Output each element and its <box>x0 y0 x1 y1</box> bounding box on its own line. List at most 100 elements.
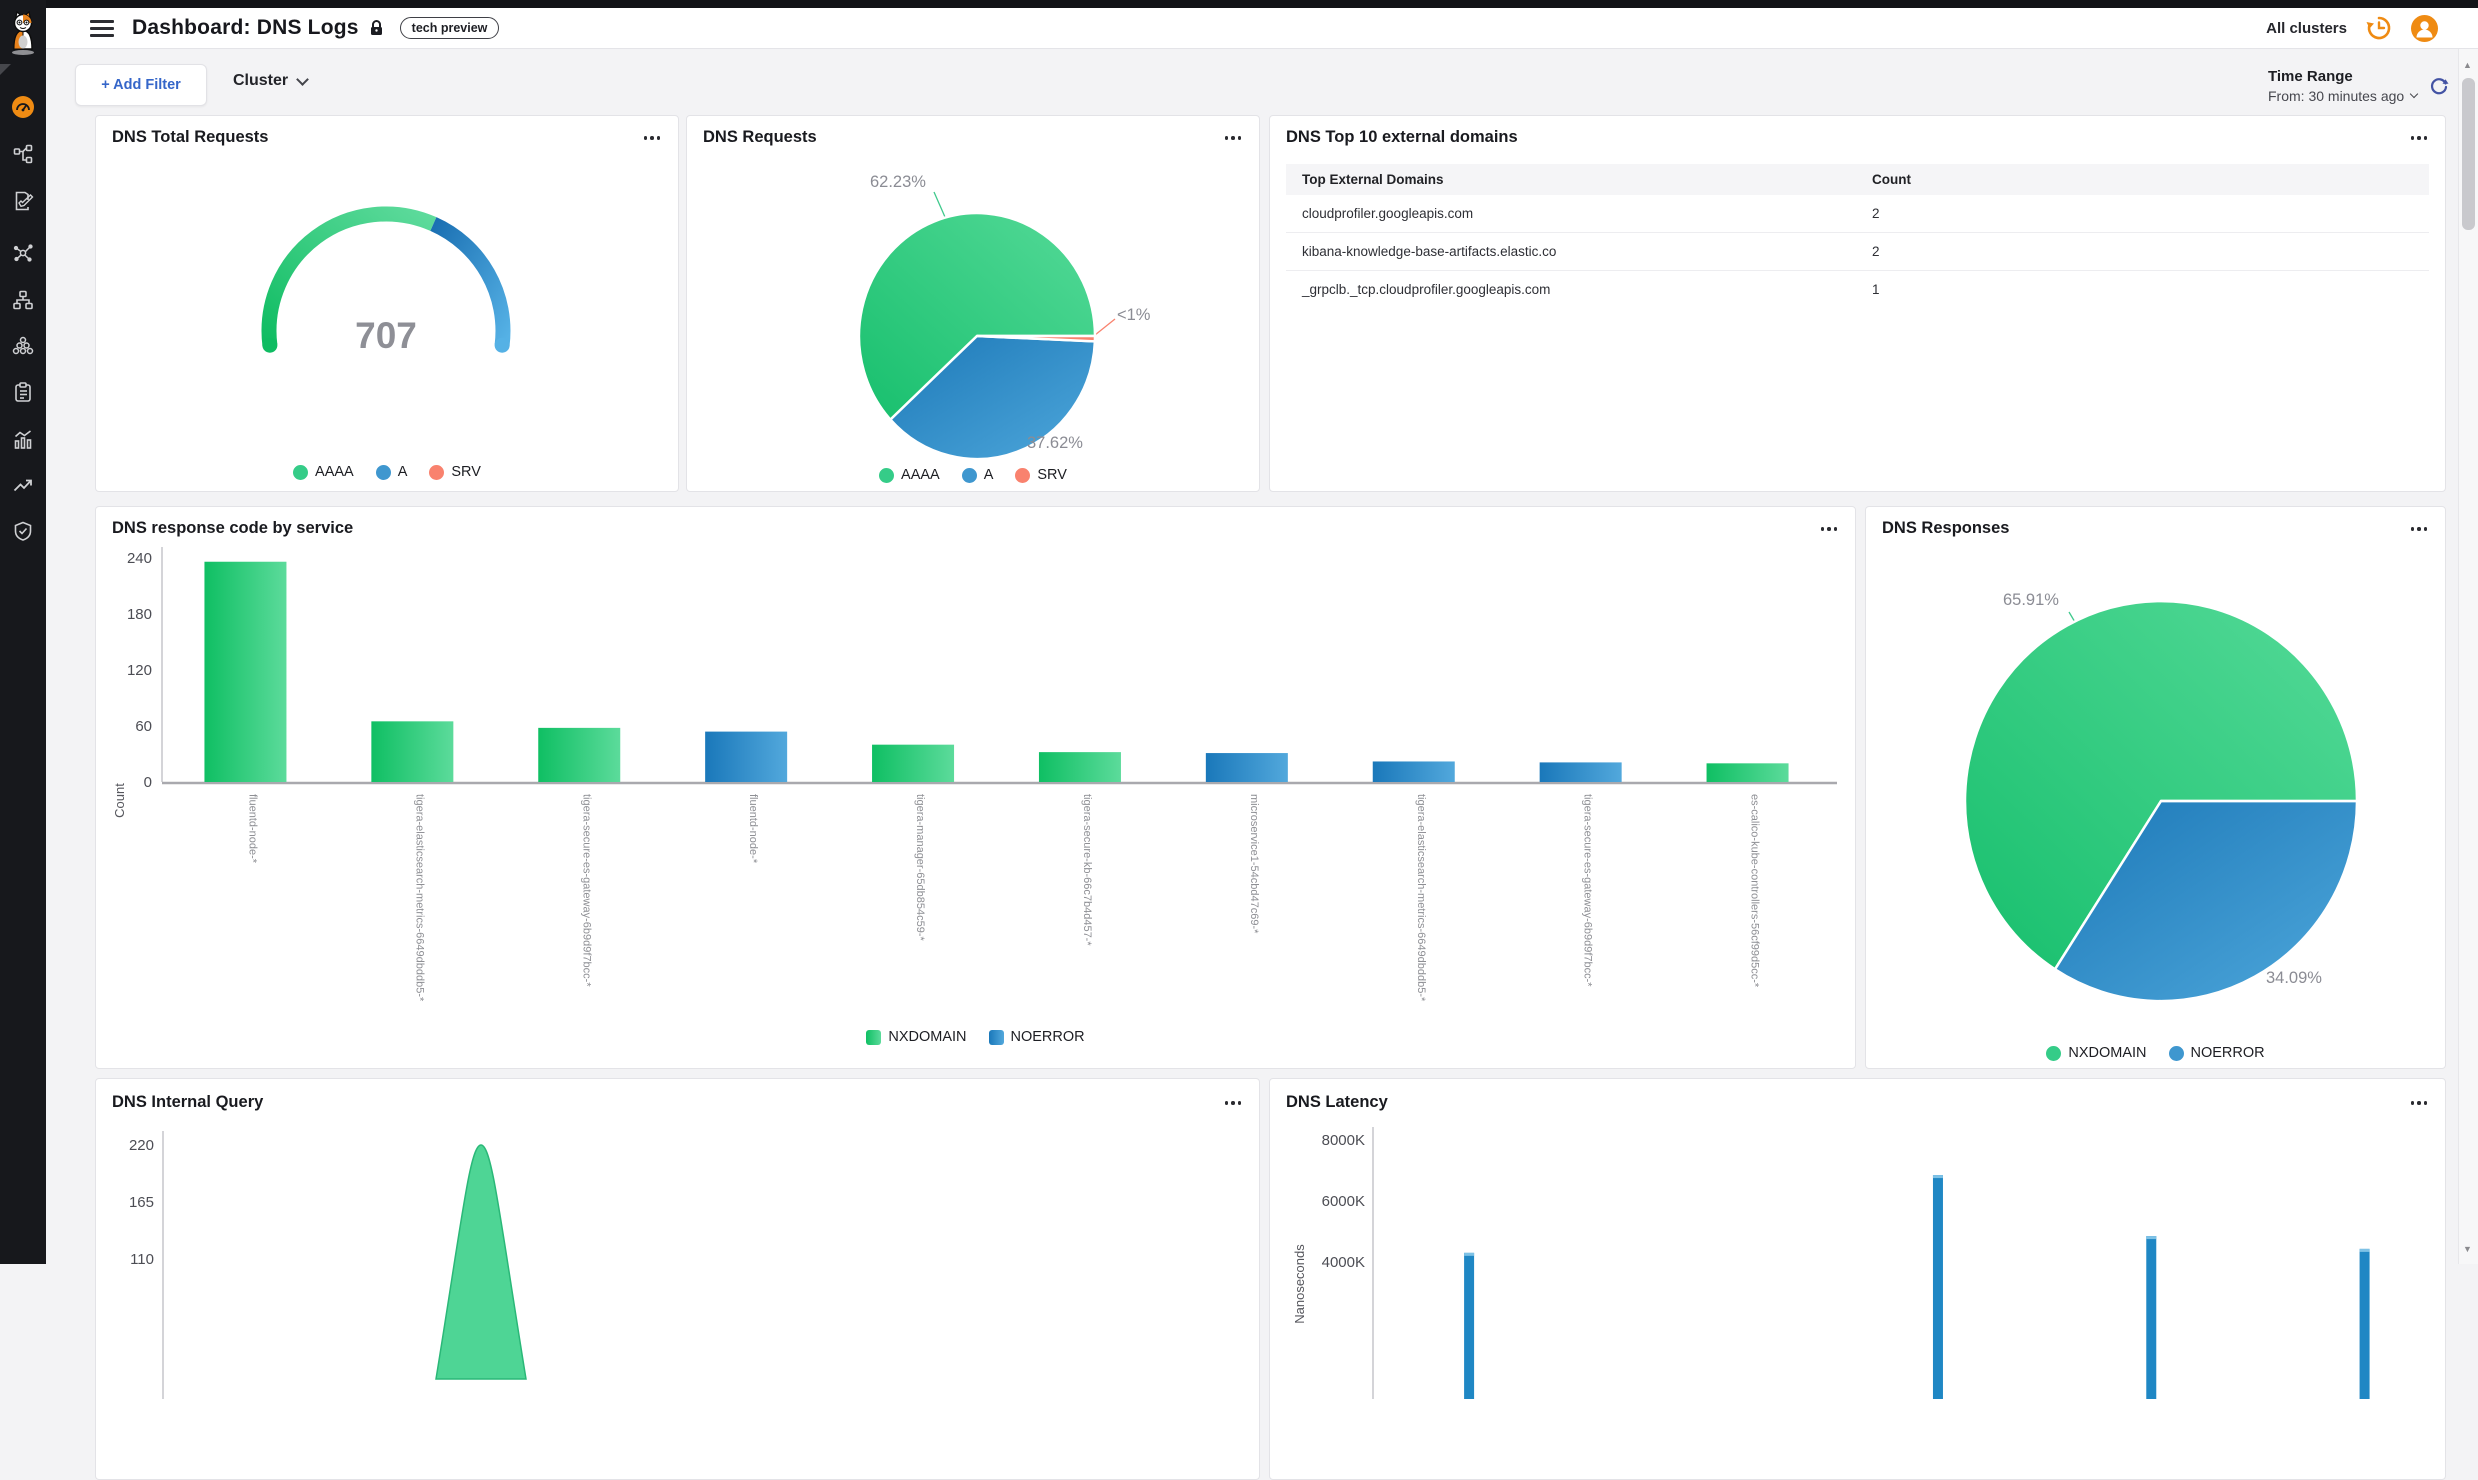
slice-label: 62.23% <box>870 173 926 192</box>
gauge-value: 707 <box>355 315 417 356</box>
bar-chart: 8000K6000K4000K <box>1270 1079 2445 1479</box>
bar-chart: 060120180240fluentd-node-*tigera-elastic… <box>96 507 1855 1068</box>
legend: AAAA A SRV <box>96 464 678 480</box>
panel-dns-internal-query: DNS Internal Query 220165110 <box>95 1078 1260 1480</box>
area-spike <box>436 1145 526 1379</box>
top-strip <box>0 0 2478 8</box>
calico-logo[interactable] <box>3 10 43 56</box>
column-header: Top External Domains <box>1286 172 1872 187</box>
policy-edit-icon <box>12 190 34 212</box>
panel-title: DNS Top 10 external domains <box>1286 128 1518 147</box>
count-cell: 2 <box>1872 244 2072 259</box>
cluster-scope-label[interactable]: All clusters <box>2266 20 2347 37</box>
svg-text:microservice1-54cbd47c69-*: microservice1-54cbd47c69-* <box>1248 794 1260 934</box>
refresh-icon[interactable] <box>2428 76 2450 98</box>
panel-dns-latency: DNS Latency Nanoseconds 8000K6000K4000K <box>1269 1078 2446 1480</box>
legend-swatch <box>2046 1046 2061 1061</box>
domain-cell: cloudprofiler.googleapis.com <box>1286 206 1872 221</box>
service-graph-icon <box>12 143 34 165</box>
legend-swatch <box>2169 1046 2184 1061</box>
table-row: kibana-knowledge-base-artifacts.elastic.… <box>1286 233 2429 271</box>
legend-item: NXDOMAIN <box>2046 1045 2146 1061</box>
panel-menu-icon[interactable] <box>2407 132 2432 144</box>
slice-label: 34.09% <box>2266 969 2322 988</box>
svg-text:tigera-manager-65db854c59-*: tigera-manager-65db854c59-* <box>914 794 926 941</box>
sidebar-item-compliance[interactable] <box>12 381 34 403</box>
time-range-value[interactable]: From: 30 minutes ago <box>2268 88 2417 104</box>
legend-item: NOERROR <box>989 1029 1085 1045</box>
scroll-down-icon[interactable]: ▼ <box>2463 1244 2472 1254</box>
svg-text:240: 240 <box>127 550 152 567</box>
sidebar-item-threat-defense[interactable] <box>12 520 34 542</box>
tech-preview-badge: tech preview <box>400 17 500 39</box>
legend-swatch <box>429 465 444 480</box>
legend-item: NXDOMAIN <box>866 1029 966 1045</box>
add-filter-button[interactable]: + Add Filter <box>75 64 207 106</box>
svg-text:120: 120 <box>127 662 152 679</box>
legend: AAAA A SRV <box>687 467 1259 483</box>
count-cell: 1 <box>1872 282 2072 297</box>
legend-swatch <box>879 468 894 483</box>
svg-text:fluentd-node-*: fluentd-node-* <box>246 794 258 864</box>
svg-text:60: 60 <box>135 718 152 735</box>
panel-dns-top10-domains: DNS Top 10 external domains Top External… <box>1269 115 2446 492</box>
pie-chart <box>1866 507 2445 1068</box>
legend-item: A <box>962 467 994 483</box>
sidebar-item-timeline[interactable] <box>12 428 34 450</box>
svg-text:tigera-secure-kb-66c7b4d457-*: tigera-secure-kb-66c7b4d457-* <box>1081 794 1093 946</box>
legend: NXDOMAIN NOERROR <box>96 1029 1855 1045</box>
cluster-dropdown[interactable]: Cluster <box>233 72 307 90</box>
legend-item: AAAA <box>879 467 940 483</box>
gauge-dashboard-icon <box>12 96 34 118</box>
panel-dns-requests: DNS Requests 62.23% 37.62% <1% AAAA A SR… <box>686 115 1260 492</box>
timeline-chart-icon <box>12 428 34 450</box>
svg-text:110: 110 <box>130 1251 154 1268</box>
svg-text:tigera-elasticsearch-metrics-6: tigera-elasticsearch-metrics-6649dbddb5-… <box>1415 794 1427 1002</box>
panel-dns-responses: DNS Responses 65.91% 34.09% NXDOMAIN NOE… <box>1865 506 2446 1069</box>
sidebar-item-service-graph[interactable] <box>12 143 34 165</box>
user-avatar[interactable] <box>2411 15 2438 42</box>
sidebar-item-dashboards[interactable] <box>12 96 34 118</box>
legend-swatch <box>1015 468 1030 483</box>
hamburger-menu-icon[interactable] <box>90 16 114 41</box>
scroll-up-icon[interactable]: ▲ <box>2463 60 2472 70</box>
sidebar-item-policies[interactable] <box>12 190 34 212</box>
cluster-dropdown-label: Cluster <box>233 72 288 90</box>
legend-swatch <box>962 468 977 483</box>
svg-text:6000K: 6000K <box>1322 1193 1365 1210</box>
trend-arrow-icon <box>12 474 34 496</box>
cluster-nodes-icon <box>12 335 34 357</box>
leader-line <box>1095 319 1115 335</box>
vertical-scrollbar[interactable]: ▲ ▼ <box>2458 8 2478 1264</box>
panel-dns-response-code: DNS response code by service Count 06012… <box>95 506 1856 1069</box>
domain-cell: kibana-knowledge-base-artifacts.elastic.… <box>1286 244 1872 259</box>
slice-label: 37.62% <box>1027 434 1083 453</box>
slice-label: <1% <box>1117 306 1150 325</box>
column-header: Count <box>1872 172 2072 187</box>
table-header-row: Top External Domains Count <box>1286 164 2429 195</box>
time-range-label: Time Range <box>2268 68 2417 85</box>
legend-item: NOERROR <box>2169 1045 2265 1061</box>
scrollbar-thumb[interactable] <box>2462 78 2475 230</box>
area-chart: 220165110 <box>96 1079 1259 1479</box>
pie-chart <box>687 116 1259 491</box>
svg-text:tigera-secure-es-gateway-6b9d9: tigera-secure-es-gateway-6b9d9f7bcc-* <box>580 794 592 987</box>
legend: NXDOMAIN NOERROR <box>1866 1045 2445 1061</box>
legend-swatch <box>376 465 391 480</box>
sidebar-item-alerts[interactable] <box>12 474 34 496</box>
sidebar-item-clusters[interactable] <box>12 335 34 357</box>
svg-text:220: 220 <box>129 1137 154 1154</box>
svg-text:tigera-secure-es-gateway-6b9d9: tigera-secure-es-gateway-6b9d9f7bcc-* <box>1582 794 1594 987</box>
legend-item: SRV <box>429 464 481 480</box>
svg-text:es-calico-kube-controllers-56c: es-calico-kube-controllers-56cf99d5cc-* <box>1749 794 1761 988</box>
network-sitemap-icon <box>12 289 34 311</box>
legend-item: SRV <box>1015 467 1067 483</box>
legend-swatch <box>989 1030 1004 1045</box>
compliance-clipboard-icon <box>12 381 34 403</box>
sidebar-item-endpoints[interactable] <box>12 242 34 264</box>
panel-dns-total-requests: DNS Total Requests 707 AAAA A SRV <box>95 115 679 492</box>
calico-cat-icon <box>3 10 43 56</box>
legend-item: AAAA <box>293 464 354 480</box>
sidebar-item-network[interactable] <box>12 289 34 311</box>
history-icon[interactable] <box>2365 14 2393 42</box>
